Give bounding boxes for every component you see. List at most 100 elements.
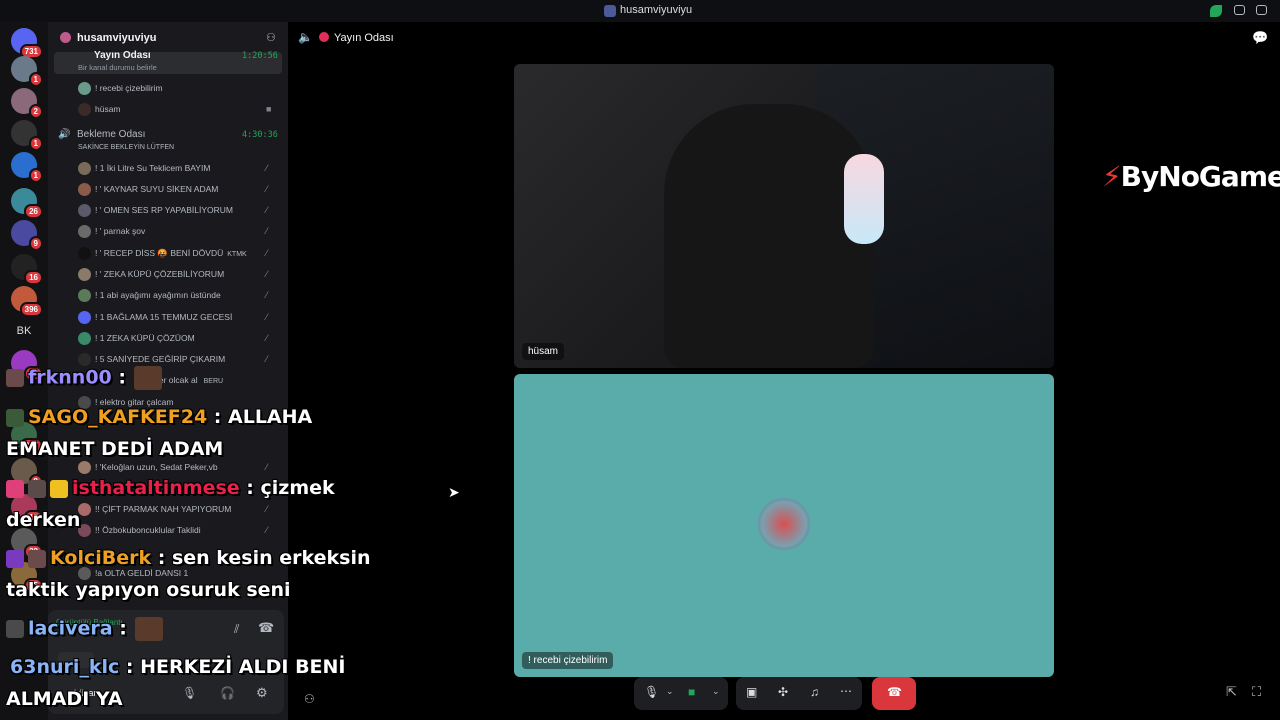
deafened-icon: ⁄	[266, 184, 268, 194]
chat-message: isthataltinmese : çizmek	[6, 477, 335, 499]
chat-avatar	[6, 620, 24, 638]
noise-suppression-icon[interactable]: ⫽	[234, 622, 239, 637]
server-text-icon[interactable]: BK	[11, 318, 37, 344]
avatar	[78, 183, 91, 196]
video-tile-camera[interactable]: hüsam	[514, 64, 1054, 368]
voice-member[interactable]: ! 'Keloğlan uzun, Sedat Peker,vb ⁄	[78, 461, 268, 474]
chat-badge	[28, 479, 46, 498]
tile-label: ! recebi çizebilirim	[522, 652, 614, 669]
voice-member[interactable]: ! ' KAYNAR SUYU SİKEN ADAM ⁄	[78, 183, 268, 196]
chevron-down-icon[interactable]: ⌄	[666, 686, 674, 697]
chat-message: SAGO_KAFKEF24 : ALLAHA	[6, 406, 312, 428]
server-icon[interactable]: 1	[11, 120, 43, 151]
deafened-icon: ⁄	[266, 205, 268, 215]
chat-message: 63nuri_klc : HERKEZİ ALDI BENİ	[10, 656, 346, 678]
microphone-icon[interactable]: 🎙	[182, 686, 197, 700]
voice-member[interactable]: ! 5 SANİYEDE GEĞİRİP ÇIKARIM ⁄	[78, 353, 268, 366]
inbox-icon[interactable]	[1234, 5, 1245, 15]
stage-channel-title: Yayın Odası	[334, 32, 394, 44]
chat-message-continued: ALMADI YA	[6, 688, 123, 710]
avatar	[78, 461, 91, 474]
chat-message: KolciBerk : sen kesin erkeksin	[6, 547, 371, 569]
member-tag: BERU	[203, 378, 224, 385]
fullscreen-icon[interactable]: ⛶	[1252, 684, 1261, 700]
bynogame-logo: ⚡ByNoGame	[1102, 160, 1280, 193]
voice-member[interactable]: !! ÇİFT PARMAK NAH YAPIYORUM ⁄	[78, 503, 268, 516]
server-icon[interactable]: 9	[11, 220, 43, 251]
screen-share-icon[interactable]: ▣	[746, 685, 757, 699]
chat-bubble-icon[interactable]: 💬	[1252, 30, 1268, 46]
camera-icon[interactable]: ■	[688, 685, 695, 699]
deafened-icon: ⁄	[266, 290, 268, 300]
soundboard-icon[interactable]: ♫	[810, 685, 819, 699]
deafened-icon: ⁄	[266, 269, 268, 279]
video-tile-avatar[interactable]: ! recebi çizebilirim	[514, 374, 1054, 677]
activities-icon[interactable]: ✣	[778, 685, 788, 699]
add-member-icon[interactable]: ⚇	[266, 31, 276, 44]
speaker-muted-icon[interactable]: 🔈	[298, 30, 313, 44]
deafened-icon: ⁄	[266, 226, 268, 236]
chevron-down-icon[interactable]: ⌄	[712, 686, 720, 697]
disconnect-button[interactable]: ☎	[872, 677, 916, 710]
voice-member[interactable]: ! 1 BAĞLAMA 15 TEMMUZ GECESİ ⁄	[78, 311, 268, 324]
server-icon[interactable]: 396	[11, 286, 43, 317]
speaker-icon: 🔊	[58, 129, 71, 140]
voice-channel-name[interactable]: Bekleme Odası	[77, 129, 145, 140]
add-person-icon[interactable]: ⚇	[304, 692, 315, 706]
user-avatar	[758, 498, 810, 550]
deafened-icon: ⁄	[266, 504, 268, 514]
voice-member[interactable]: ! ' ZEKA KÜPÜ ÇÖZEBİLİYORUM ⁄	[78, 268, 268, 281]
avatar	[78, 332, 91, 345]
emote	[134, 617, 163, 641]
deafened-icon: ⁄	[266, 312, 268, 322]
avatar	[78, 103, 91, 116]
window-icon[interactable]	[1256, 5, 1267, 15]
chat-avatar	[6, 549, 24, 568]
chat-message-continued: EMANET DEDİ ADAM	[6, 438, 224, 460]
home-icon[interactable]: 731	[11, 28, 43, 59]
mouse-cursor: ➤	[448, 484, 460, 500]
chat-avatar	[6, 479, 24, 498]
voice-member[interactable]: ! 1 İki Litre Su Teklicem BAYIM ⁄	[78, 162, 268, 175]
guild-header[interactable]: husamviyuviyu ⌄ ⚇	[48, 22, 288, 54]
headphones-icon[interactable]: 🎧	[220, 686, 235, 700]
voice-member[interactable]: ! 1 ZEKA KÜPÜ ÇÖZÜOM ⁄	[78, 332, 268, 345]
camera-icon: ■	[266, 104, 272, 114]
avatar	[78, 82, 91, 95]
chat-message-continued: derken	[6, 509, 81, 531]
voice-member[interactable]: hüsam ■	[78, 103, 271, 116]
person-silhouette	[664, 104, 874, 368]
voice-channel-name[interactable]: Yayın Odası	[94, 50, 151, 61]
tile-label: hüsam	[522, 343, 565, 360]
server-icon[interactable]: 16	[11, 254, 43, 285]
voice-member[interactable]: ! ' RECEP DİSS 🤬 BENİ DÖVDÜ KTMK ⁄	[78, 247, 268, 260]
microphone-icon[interactable]: 🎙	[644, 685, 659, 699]
server-icon[interactable]: 1	[11, 152, 43, 183]
more-options-icon[interactable]: ⋯	[840, 684, 852, 698]
crown-icon	[50, 479, 68, 498]
voice-member[interactable]: ! ' parnak şov ⁄	[78, 225, 268, 238]
chevron-down-icon[interactable]: ⌄	[148, 31, 156, 42]
channel-status-hint[interactable]: Bir kanal durumu belirle	[78, 63, 157, 72]
voice-member[interactable]: ! recebi çizebilirim	[78, 82, 163, 95]
channel-status: SAKİNCE BEKLEYİN LÜTFEN	[78, 144, 175, 151]
deafened-icon: ⁄	[266, 354, 268, 364]
chat-message: lacivera :	[6, 617, 167, 641]
avatar	[78, 225, 91, 238]
server-icon[interactable]: 2	[11, 88, 43, 119]
server-icon[interactable]: 26	[11, 188, 43, 219]
chat-badge	[28, 549, 46, 568]
avatar	[78, 311, 91, 324]
deafened-icon: ⁄	[266, 248, 268, 258]
voice-member[interactable]: ! ' OMEN SES RP YAPABİLİYORUM ⁄	[78, 204, 268, 217]
voice-member[interactable]: ! 1 abi ayağımı ayağımın üstünde ⁄	[78, 289, 268, 302]
disconnect-icon[interactable]: ☎	[258, 620, 274, 636]
guild-icon	[60, 32, 71, 43]
window-titlebar: husamviyuviyu	[0, 0, 1280, 22]
voice-member[interactable]: !! Özbokuboncuklular Taklidi ⁄	[78, 524, 268, 537]
leaf-icon[interactable]	[1210, 5, 1222, 17]
avatar	[78, 247, 91, 260]
popout-icon[interactable]: ⇱	[1226, 684, 1237, 700]
server-icon[interactable]: 1	[11, 56, 43, 87]
settings-gear-icon[interactable]: ⚙	[256, 685, 268, 701]
